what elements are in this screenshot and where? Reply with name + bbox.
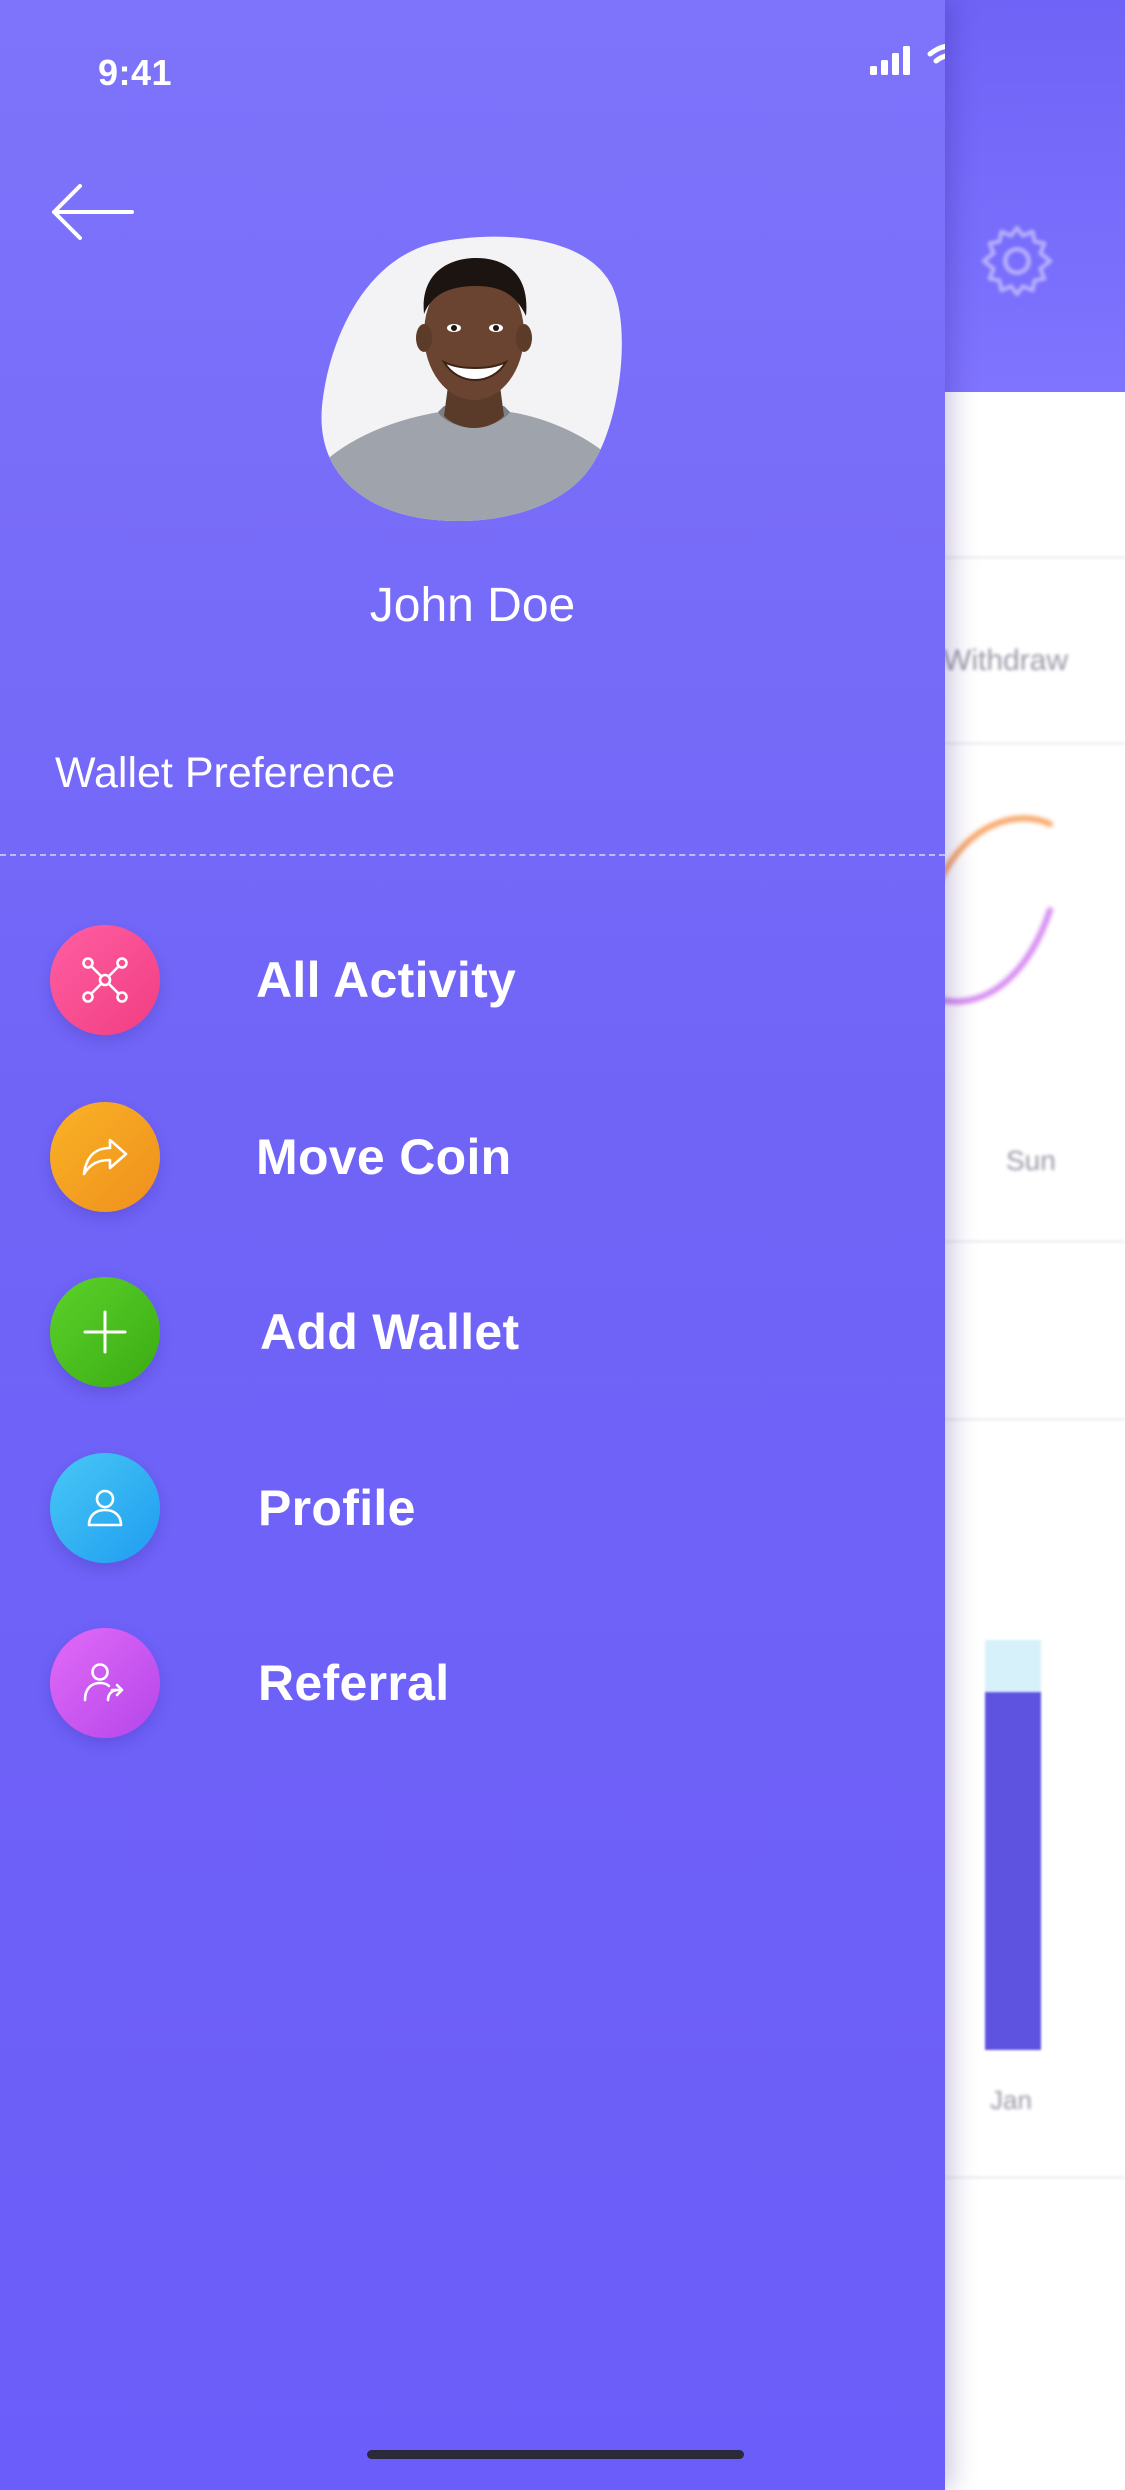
home-indicator[interactable] xyxy=(367,2450,744,2459)
menu-item-move-coin[interactable]: Move Coin xyxy=(50,1099,890,1215)
month-label: Jan xyxy=(990,2085,1032,2115)
menu-label-add-wallet: Add Wallet xyxy=(260,1304,520,1360)
side-drawer: 9:41 John Doe Wallet Preference All Acti… xyxy=(0,0,945,2490)
status-icons xyxy=(870,43,945,75)
line-chart-curve xyxy=(940,815,1053,1005)
day-label: Sun xyxy=(1006,1145,1056,1176)
wifi-icon xyxy=(927,43,945,64)
signal-icon xyxy=(870,46,910,75)
user-icon xyxy=(50,1453,160,1563)
menu-label-profile: Profile xyxy=(258,1480,416,1536)
menu-item-referral[interactable]: Referral xyxy=(50,1625,890,1741)
divider xyxy=(0,854,945,856)
menu-item-profile[interactable]: Profile xyxy=(50,1450,890,1566)
menu-label-referral: Referral xyxy=(258,1655,450,1711)
legend-withdraw: Withdraw xyxy=(943,644,1069,677)
gear-icon xyxy=(981,225,1053,297)
share-arrow-icon xyxy=(50,1102,160,1212)
menu-item-all-activity[interactable]: All Activity xyxy=(50,922,890,1038)
back-arrow-icon[interactable] xyxy=(50,182,136,242)
user-name: John Doe xyxy=(369,579,576,632)
network-icon xyxy=(50,925,160,1035)
menu-label-move-coin: Move Coin xyxy=(256,1129,512,1185)
bar-chart-bar xyxy=(985,1692,1041,2050)
section-title: Wallet Preference xyxy=(55,749,396,797)
avatar[interactable] xyxy=(320,236,623,523)
menu-label-all-activity: All Activity xyxy=(256,952,517,1008)
status-time: 9:41 xyxy=(98,52,173,93)
plus-icon xyxy=(50,1277,160,1387)
bar-chart-bar-cap xyxy=(985,1640,1041,1692)
user-share-icon xyxy=(50,1628,160,1738)
menu-item-add-wallet[interactable]: Add Wallet xyxy=(50,1274,890,1390)
